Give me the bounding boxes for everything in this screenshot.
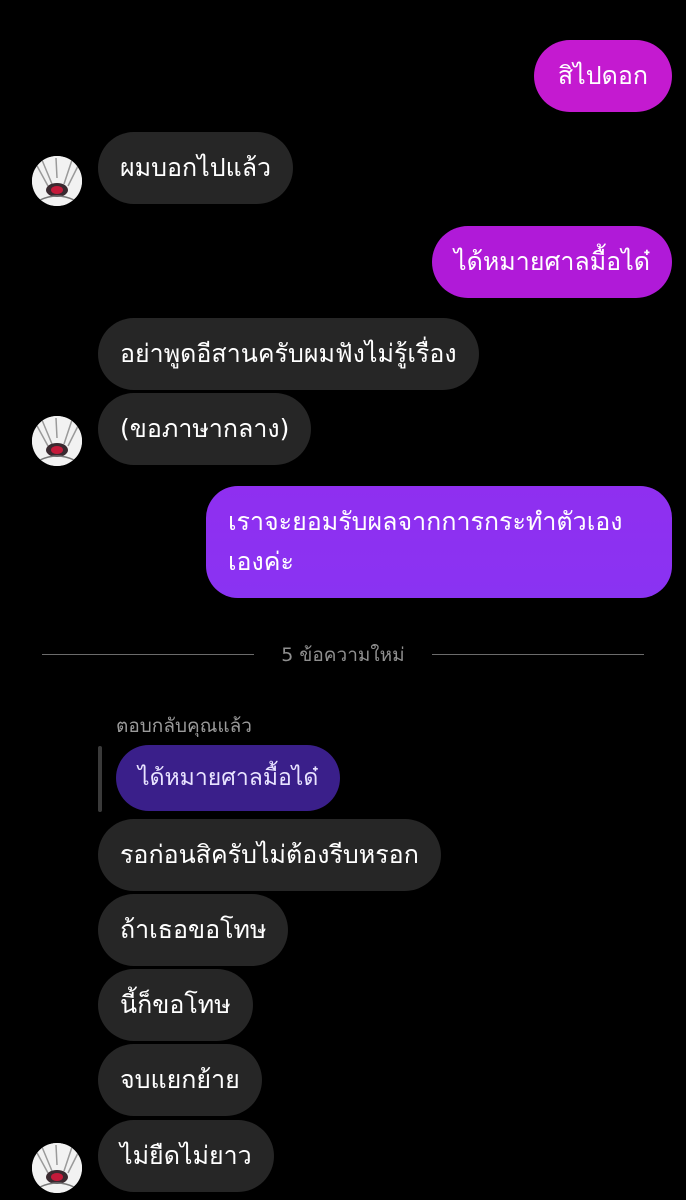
message-line: เองค่ะ: [228, 547, 294, 576]
quoted-message[interactable]: ได้หมายศาลมื้อได๋: [116, 745, 341, 811]
outgoing-message[interactable]: สิไปดอก: [533, 40, 672, 112]
incoming-message[interactable]: ไม่ยืดไม่ยาว: [98, 1120, 274, 1192]
incoming-message[interactable]: อย่าพูดอีสานครับผมฟังไม่รู้เรื่อง: [98, 318, 479, 390]
outgoing-message[interactable]: เราจะยอมรับผลจากการกระทำตัวเอง เองค่ะ: [206, 486, 672, 598]
contact-avatar[interactable]: [32, 1143, 82, 1193]
divider-label: 5 ข้อความใหม่: [281, 644, 405, 666]
anime-avatar-icon: [32, 156, 82, 206]
divider-line: [432, 654, 644, 655]
message-line: เราจะยอมรับผลจากการกระทำตัวเอง: [228, 507, 623, 536]
contact-avatar[interactable]: [32, 156, 82, 206]
incoming-message[interactable]: นี้ก็ขอโทษ: [98, 969, 253, 1041]
incoming-message[interactable]: รอก่อนสิครับไม่ต้องรีบหรอก: [98, 819, 441, 891]
divider-line: [42, 654, 254, 655]
new-messages-divider: 5 ข้อความใหม่: [42, 640, 644, 670]
incoming-message[interactable]: (ขอภาษากลาง): [98, 393, 312, 465]
reply-caption: ตอบกลับคุณแล้ว: [116, 715, 252, 737]
contact-avatar[interactable]: [32, 416, 82, 466]
incoming-message[interactable]: ถ้าเธอขอโทษ: [98, 894, 289, 966]
outgoing-message[interactable]: ได้หมายศาลมื้อได๋: [432, 226, 672, 298]
incoming-message[interactable]: จบแยกย้าย: [98, 1044, 262, 1116]
reply-indicator-bar: [98, 746, 102, 812]
anime-avatar-icon: [32, 416, 82, 466]
incoming-message[interactable]: ผมบอกไปแล้ว: [98, 132, 294, 204]
anime-avatar-icon: [32, 1143, 82, 1193]
